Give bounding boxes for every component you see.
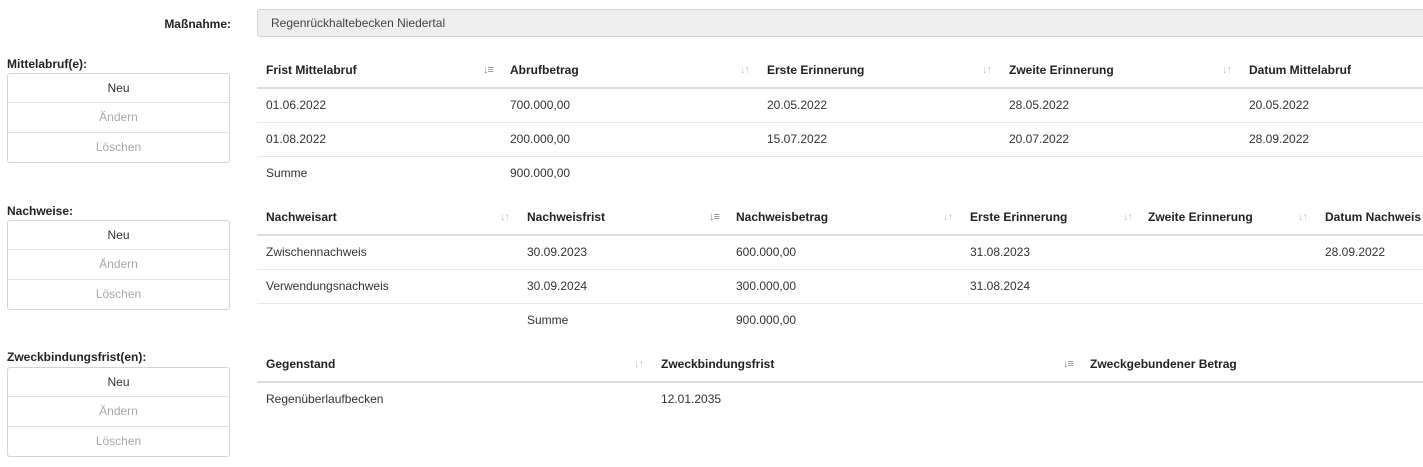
mittelabruf-button-group: Neu Ändern Löschen: [7, 73, 230, 163]
zweckbindung-delete-button[interactable]: Löschen: [8, 427, 229, 456]
mittelabruf-new-button[interactable]: Neu: [8, 74, 229, 104]
table-header: Frist Mittelabruf ↓≡ Abrufbetrag ↓↑ Erst…: [257, 54, 1423, 89]
column-header-nachweisart[interactable]: Nachweisart: [266, 201, 337, 234]
nachweise-new-button[interactable]: Neu: [8, 221, 229, 251]
massnahme-label: Maßnahme:: [164, 17, 231, 31]
mittelabruf-delete-button[interactable]: Löschen: [8, 133, 229, 162]
table-cell: 30.09.2023: [527, 245, 588, 259]
sort-both-icon[interactable]: ↓↑: [982, 54, 992, 87]
column-header-zweckgebundener-betrag[interactable]: Zweckgebundener Betrag: [1090, 348, 1237, 381]
column-header-datum-mittelabruf[interactable]: Datum Mittelabruf: [1249, 54, 1351, 87]
table-cell: Zwischennachweis: [266, 245, 367, 259]
sum-label: Summe: [266, 166, 308, 180]
sort-both-icon[interactable]: ↓↑: [1123, 201, 1133, 234]
nachweise-table: Nachweisart ↓↑ Nachweisfrist ↓≡ Nachweis…: [257, 201, 1423, 337]
table-cell: 28.09.2022: [1325, 245, 1386, 259]
column-header-erste-erinnerung[interactable]: Erste Erinnerung: [970, 201, 1067, 234]
mittelabruf-table: Frist Mittelabruf ↓≡ Abrufbetrag ↓↑ Erst…: [257, 54, 1423, 190]
column-header-frist-mittelabruf[interactable]: Frist Mittelabruf: [266, 54, 357, 87]
nachweise-button-group: Neu Ändern Löschen: [7, 220, 230, 310]
table-cell: 700.000,00: [510, 98, 571, 112]
mittelabruf-edit-button[interactable]: Ändern: [8, 103, 229, 133]
column-header-zweckbindungsfrist[interactable]: Zweckbindungsfrist: [661, 348, 774, 381]
table-row[interactable]: Verwendungsnachweis 30.09.2024 300.000,0…: [257, 270, 1423, 304]
table-cell: 300.000,00: [736, 279, 797, 293]
sort-both-icon[interactable]: ↓↑: [1298, 201, 1308, 234]
zweckbindung-button-group: Neu Ändern Löschen: [7, 367, 230, 457]
table-cell: 30.09.2024: [527, 279, 588, 293]
table-cell: 01.06.2022: [266, 98, 327, 112]
sum-row: Summe 900.000,00: [257, 157, 1423, 190]
table-cell: 01.08.2022: [266, 132, 327, 146]
sum-label: Summe: [527, 313, 569, 327]
column-header-datum-nachweis[interactable]: Datum Nachweis: [1325, 201, 1421, 234]
sort-ascending-icon[interactable]: ↓≡: [1063, 348, 1074, 381]
column-header-zweite-erinnerung[interactable]: Zweite Erinnerung: [1148, 201, 1253, 234]
column-header-erste-erinnerung[interactable]: Erste Erinnerung: [767, 54, 864, 87]
table-header: Gegenstand ↓↑ Zweckbindungsfrist ↓≡ Zwec…: [257, 348, 1423, 383]
table-cell: 12.01.2035: [661, 392, 722, 406]
nachweise-section-label: Nachweise:: [7, 204, 74, 218]
table-cell: Regenüberlaufbecken: [266, 392, 384, 406]
column-header-nachweisfrist[interactable]: Nachweisfrist: [527, 201, 605, 234]
zweckbindung-new-button[interactable]: Neu: [8, 368, 229, 398]
sort-both-icon[interactable]: ↓↑: [943, 201, 953, 234]
nachweise-delete-button[interactable]: Löschen: [8, 280, 229, 309]
table-cell: 31.08.2024: [970, 279, 1031, 293]
table-cell: 600.000,00: [736, 245, 797, 259]
table-cell: 20.07.2022: [1009, 132, 1070, 146]
zweckbindung-section-label: Zweckbindungsfrist(en):: [7, 350, 147, 364]
mittelabruf-section-label: Mittelabruf(e):: [7, 57, 87, 71]
sum-value: 900.000,00: [510, 166, 571, 180]
sort-both-icon[interactable]: ↓↑: [500, 201, 510, 234]
sum-row: Summe 900.000,00: [257, 304, 1423, 337]
sum-value: 900.000,00: [736, 313, 797, 327]
table-row[interactable]: 01.06.2022 700.000,00 20.05.2022 28.05.2…: [257, 89, 1423, 123]
table-cell: 15.07.2022: [767, 132, 828, 146]
table-cell: 28.09.2022: [1249, 132, 1310, 146]
column-header-zweite-erinnerung[interactable]: Zweite Erinnerung: [1009, 54, 1114, 87]
table-header: Nachweisart ↓↑ Nachweisfrist ↓≡ Nachweis…: [257, 201, 1423, 236]
table-row[interactable]: Zwischennachweis 30.09.2023 600.000,00 3…: [257, 236, 1423, 270]
column-header-nachweisbetrag[interactable]: Nachweisbetrag: [736, 201, 828, 234]
table-cell: Verwendungsnachweis: [266, 279, 389, 293]
table-cell: 28.05.2022: [1009, 98, 1070, 112]
nachweise-edit-button[interactable]: Ändern: [8, 250, 229, 280]
sort-both-icon[interactable]: ↓↑: [1222, 54, 1232, 87]
table-cell: 20.05.2022: [1249, 98, 1310, 112]
sort-ascending-icon[interactable]: ↓≡: [709, 201, 720, 234]
table-cell: 20.05.2022: [767, 98, 828, 112]
sort-both-icon[interactable]: ↓↑: [740, 54, 750, 87]
table-row[interactable]: 01.08.2022 200.000,00 15.07.2022 20.07.2…: [257, 123, 1423, 157]
column-header-gegenstand[interactable]: Gegenstand: [266, 348, 335, 381]
sort-ascending-icon[interactable]: ↓≡: [483, 54, 494, 87]
column-header-abrufbetrag[interactable]: Abrufbetrag: [510, 54, 579, 87]
table-row[interactable]: Regenüberlaufbecken 12.01.2035: [257, 383, 1423, 416]
zweckbindung-edit-button[interactable]: Ändern: [8, 397, 229, 427]
table-cell: 31.08.2023: [970, 245, 1031, 259]
table-cell: 200.000,00: [510, 132, 571, 146]
sort-both-icon[interactable]: ↓↑: [634, 348, 644, 381]
zweckbindung-table: Gegenstand ↓↑ Zweckbindungsfrist ↓≡ Zwec…: [257, 348, 1423, 416]
massnahme-field[interactable]: Regenrückhaltebecken Niedertal: [257, 9, 1423, 37]
